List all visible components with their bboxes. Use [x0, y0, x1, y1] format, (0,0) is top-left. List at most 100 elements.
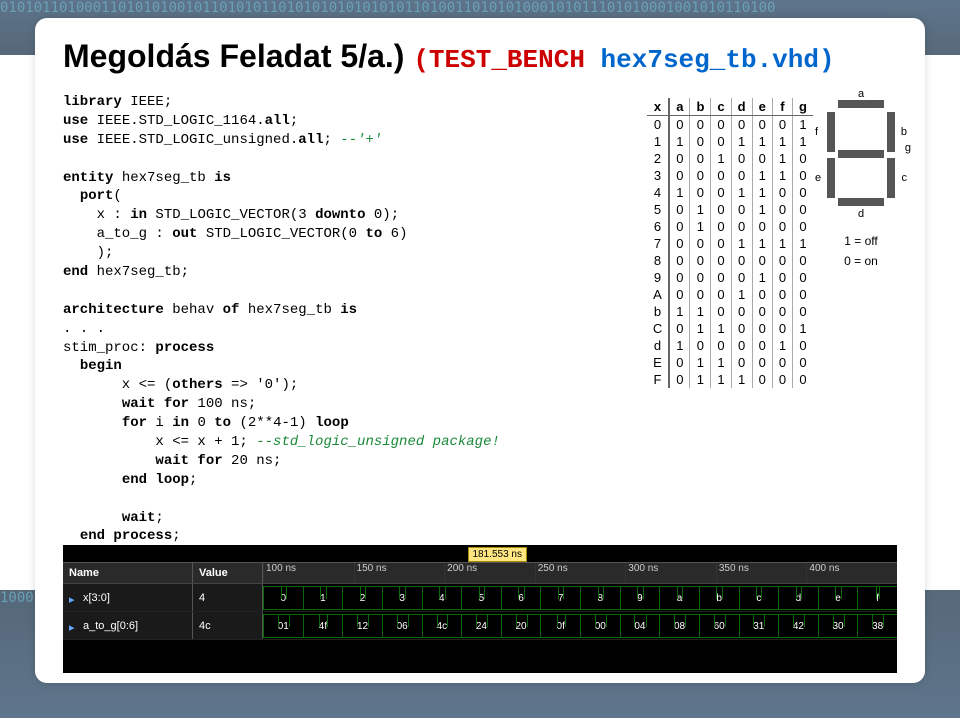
- slide-title: Megoldás Feladat 5/a.) (TEST_BENCH hex7s…: [63, 38, 897, 75]
- wave-bus-value: 60: [699, 614, 739, 638]
- wave-trace: 0123456789abcdef: [263, 584, 897, 611]
- truth-cell: 0: [752, 286, 772, 303]
- truth-header: d: [731, 98, 752, 116]
- wave-trace: 014f12064c24200f0004086031423038: [263, 612, 897, 639]
- wave-time-ruler: 100 ns150 ns200 ns250 ns300 ns350 ns400 …: [263, 563, 897, 583]
- truth-cell: 0: [690, 337, 711, 354]
- truth-cell: 0: [731, 116, 752, 134]
- truth-cell: 0: [669, 167, 690, 184]
- truth-cell: 5: [647, 201, 669, 218]
- wave-cursor: 181.553 ns: [468, 547, 528, 562]
- truth-cell: 0: [772, 320, 792, 337]
- truth-cell: 0: [711, 303, 731, 320]
- truth-cell: 0: [669, 150, 690, 167]
- wave-bus-value: 3: [382, 586, 422, 610]
- legend-off: 1 = off: [844, 234, 877, 248]
- truth-table: xabcdefg00000001110011112001001030000110…: [647, 98, 813, 388]
- truth-cell: 0: [731, 269, 752, 286]
- truth-cell: 0: [731, 303, 752, 320]
- truth-cell: 0: [669, 218, 690, 235]
- wave-signal-name[interactable]: ▸a_to_g[0:6]: [63, 612, 193, 639]
- truth-cell: 1: [793, 235, 813, 252]
- wave-bus-value: 7: [540, 586, 580, 610]
- seven-segment-diagram: a b c d e f g 1 = off 0 = on: [825, 98, 897, 268]
- truth-cell: 0: [669, 269, 690, 286]
- wave-signal-row: ▸a_to_g[0:6]4c014f12064c24200f0004086031…: [63, 612, 897, 640]
- truth-cell: 0: [731, 150, 752, 167]
- title-sub-blue: hex7seg_tb.vhd): [601, 45, 835, 75]
- segment-g: [838, 150, 884, 158]
- truth-cell: 0: [669, 235, 690, 252]
- truth-cell: 0: [731, 218, 752, 235]
- truth-cell: 0: [772, 252, 792, 269]
- wave-bus-value: 4f: [303, 614, 343, 638]
- truth-cell: 0: [731, 201, 752, 218]
- truth-cell: 1: [772, 167, 792, 184]
- truth-cell: 0: [711, 286, 731, 303]
- truth-header: x: [647, 98, 669, 116]
- waveform-viewer: 181.553 ns Name Value 100 ns150 ns200 ns…: [63, 545, 897, 673]
- truth-cell: 1: [752, 184, 772, 201]
- wave-bus-value: 8: [580, 586, 620, 610]
- wave-bus-value: 08: [659, 614, 699, 638]
- truth-cell: 0: [772, 184, 792, 201]
- wave-bus-value: d: [778, 586, 818, 610]
- truth-cell: 0: [793, 269, 813, 286]
- wave-bus-value: 04: [620, 614, 660, 638]
- expand-icon[interactable]: ▸: [69, 593, 79, 603]
- truth-cell: 1: [690, 303, 711, 320]
- truth-cell: 1: [669, 184, 690, 201]
- truth-header: b: [690, 98, 711, 116]
- truth-cell: 0: [711, 269, 731, 286]
- truth-cell: 0: [731, 167, 752, 184]
- segment-c: [887, 158, 895, 198]
- wave-bus-value: 4: [422, 586, 462, 610]
- segment-a: [838, 100, 884, 108]
- truth-cell: 0: [669, 201, 690, 218]
- truth-cell: 0: [752, 320, 772, 337]
- truth-cell: 1: [752, 269, 772, 286]
- wave-bus-value: 5: [461, 586, 501, 610]
- truth-cell: 8: [647, 252, 669, 269]
- wave-bus-value: 0f: [540, 614, 580, 638]
- truth-header: c: [711, 98, 731, 116]
- truth-cell: 0: [731, 354, 752, 371]
- time-tick: 300 ns: [625, 563, 658, 583]
- wave-bus-value: 30: [818, 614, 858, 638]
- wave-signal-name[interactable]: ▸x[3:0]: [63, 584, 193, 611]
- wave-bus-value: a: [659, 586, 699, 610]
- wave-bus-value: 2: [342, 586, 382, 610]
- truth-cell: 1: [731, 133, 752, 150]
- seg-label-g: g: [905, 142, 911, 154]
- wave-header-value: Value: [193, 563, 263, 583]
- wave-bus-value: b: [699, 586, 739, 610]
- truth-cell: 0: [669, 116, 690, 134]
- truth-cell: 3: [647, 167, 669, 184]
- truth-cell: 1: [793, 320, 813, 337]
- time-tick: 200 ns: [444, 563, 477, 583]
- truth-cell: 0: [669, 320, 690, 337]
- truth-cell: 1: [752, 235, 772, 252]
- truth-cell: 0: [793, 184, 813, 201]
- truth-cell: 0: [690, 167, 711, 184]
- truth-cell: 1: [669, 303, 690, 320]
- truth-cell: 1: [752, 133, 772, 150]
- truth-cell: 0: [711, 201, 731, 218]
- truth-cell: 0: [752, 150, 772, 167]
- truth-cell: 0: [711, 167, 731, 184]
- expand-icon[interactable]: ▸: [69, 621, 79, 631]
- truth-cell: 0: [793, 218, 813, 235]
- truth-cell: 0: [772, 371, 792, 388]
- wave-bus-value: 06: [382, 614, 422, 638]
- wave-bus-value: 12: [342, 614, 382, 638]
- segment-e: [827, 158, 835, 198]
- truth-cell: 0: [711, 184, 731, 201]
- truth-cell: 1: [711, 371, 731, 388]
- seg-label-b: b: [901, 126, 907, 138]
- truth-cell: 0: [793, 354, 813, 371]
- truth-cell: 0: [752, 337, 772, 354]
- truth-cell: 0: [690, 133, 711, 150]
- truth-cell: 0: [752, 218, 772, 235]
- time-tick: 350 ns: [716, 563, 749, 583]
- truth-cell: 0: [772, 269, 792, 286]
